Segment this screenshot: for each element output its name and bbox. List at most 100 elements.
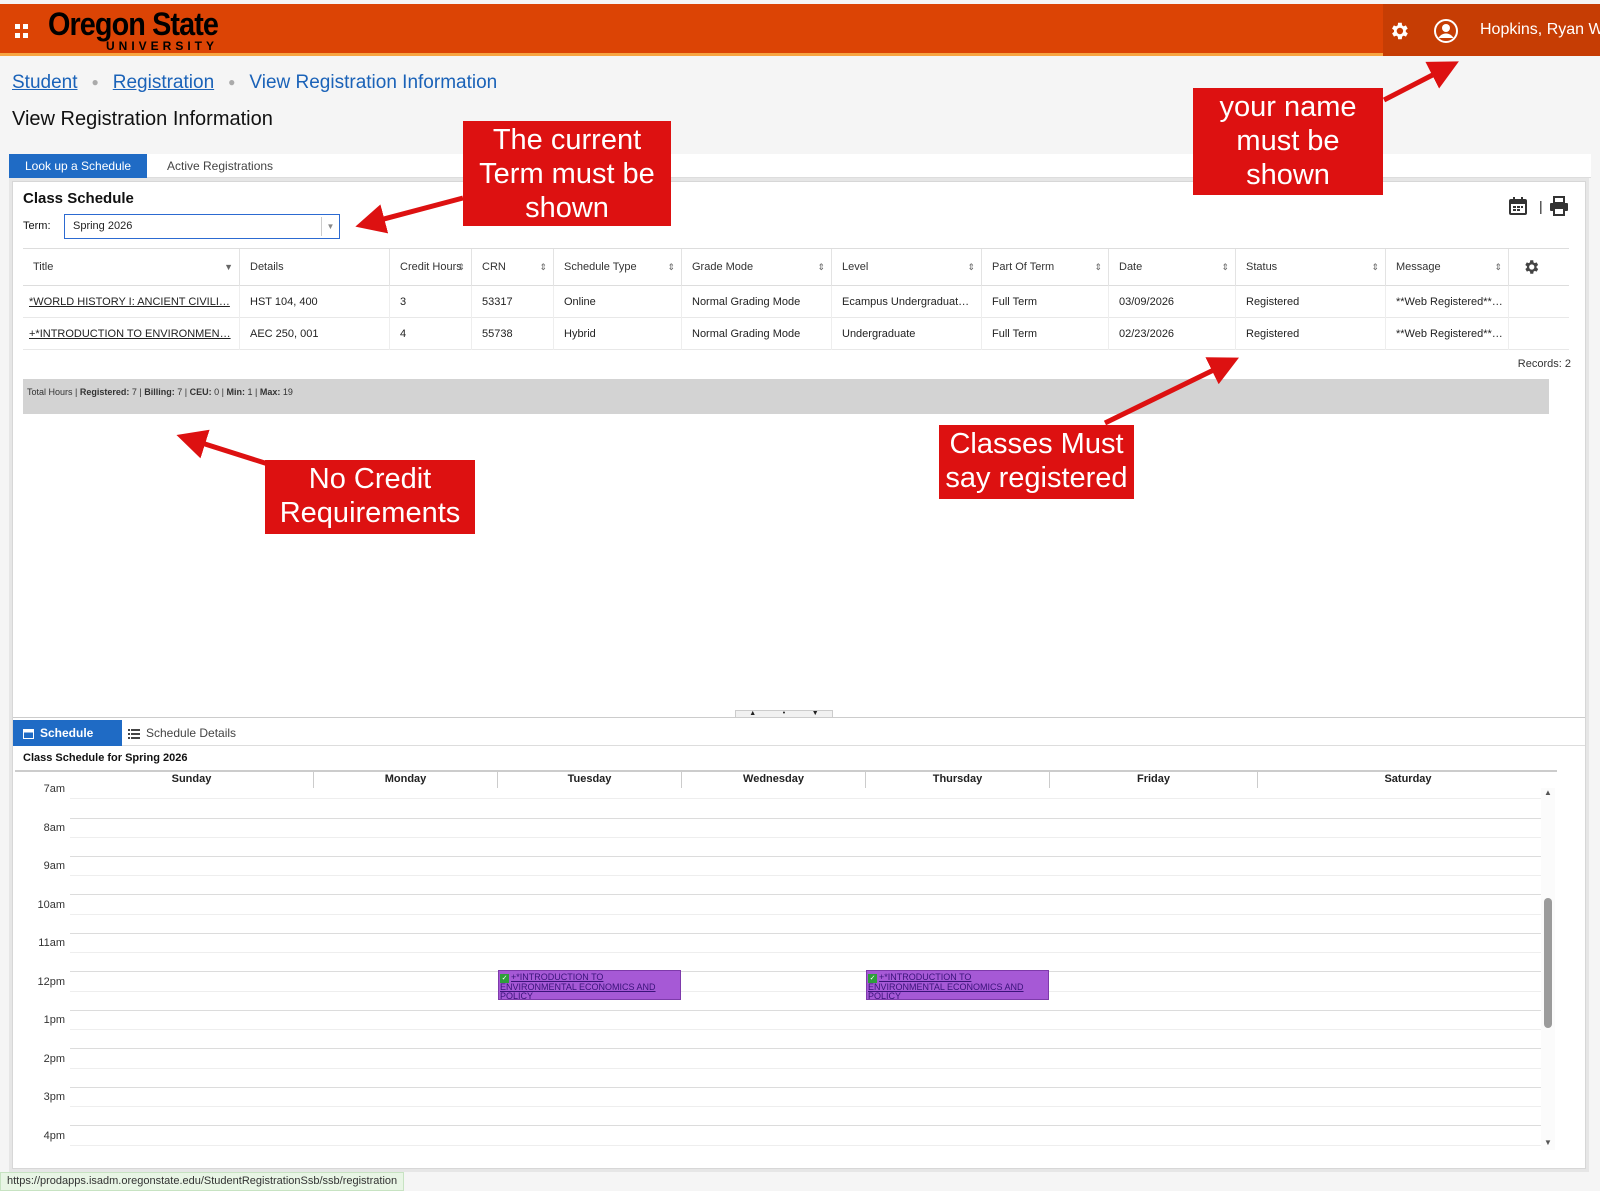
sort-icon[interactable]: ⇕: [1494, 249, 1502, 286]
half-hour-line: [70, 875, 1542, 876]
table-row[interactable]: *WORLD HISTORY I: ANCIENT CIVILI… HST 10…: [23, 286, 1569, 318]
hour-label: 4pm: [43, 1130, 65, 1142]
col-schedule-type[interactable]: Schedule Type ⇕: [554, 249, 682, 286]
breadcrumb-separator: ●: [91, 75, 99, 89]
col-date[interactable]: Date ⇕: [1109, 249, 1236, 286]
half-hour-line: [70, 991, 1542, 992]
sort-icon[interactable]: ⇕: [1371, 249, 1379, 286]
col-title[interactable]: Title ▼: [23, 249, 240, 286]
cell-grade-mode: Normal Grading Mode: [682, 286, 832, 318]
chevron-down-icon[interactable]: ▼: [321, 217, 339, 236]
logo-main-text: Oregon State: [48, 6, 219, 42]
sort-icon[interactable]: ⇕: [667, 249, 675, 286]
tab-look-up-schedule[interactable]: Look up a Schedule: [9, 154, 148, 178]
col-grade-mode[interactable]: Grade Mode ⇕: [682, 249, 832, 286]
calendar-export-icon[interactable]: [1508, 196, 1528, 216]
max-label: Max:: [259, 387, 281, 397]
calendar-event[interactable]: ✓ +*INTRODUCTION TO ENVIRONMENTAL ECONOMI…: [866, 970, 1049, 1000]
scroll-up-icon[interactable]: ▲: [1544, 788, 1552, 797]
user-name[interactable]: Hopkins, Ryan W: [1480, 21, 1600, 39]
records-count: Records: 2: [1517, 358, 1571, 370]
hour-label: 1pm: [43, 1014, 65, 1026]
tab-active-registrations[interactable]: Active Registrations: [151, 154, 289, 178]
half-hour-line: [70, 1068, 1542, 1069]
calendar-event[interactable]: ✓ +*INTRODUCTION TO ENVIRONMENTAL ECONOMI…: [498, 970, 681, 1000]
print-icon[interactable]: [1549, 196, 1569, 216]
cell-grade-mode: Normal Grading Mode: [682, 318, 832, 350]
tab-schedule-label: Schedule: [40, 726, 94, 740]
min-label: Min:: [226, 387, 246, 397]
cell-status: Registered: [1236, 286, 1386, 318]
sort-icon[interactable]: ⇕: [457, 249, 465, 286]
tab-schedule-details[interactable]: Schedule Details: [118, 720, 246, 746]
list-icon: [128, 729, 140, 739]
col-part-of-term[interactable]: Part Of Term ⇕: [982, 249, 1109, 286]
scroll-thumb[interactable]: [1544, 898, 1552, 1028]
scroll-down-icon[interactable]: ▼: [1544, 1138, 1552, 1147]
toolbar-divider: |: [1539, 198, 1543, 214]
table-row[interactable]: +*INTRODUCTION TO ENVIRONMEN… AEC 250, 0…: [23, 318, 1569, 350]
breadcrumb-student[interactable]: Student: [12, 72, 78, 93]
calendar-title: Class Schedule for Spring 2026: [23, 752, 188, 764]
settings-gear-icon[interactable]: [1388, 20, 1410, 42]
course-title-link[interactable]: +*INTRODUCTION TO ENVIRONMEN…: [23, 318, 240, 350]
breadcrumb-registration[interactable]: Registration: [113, 72, 214, 93]
min-hours: 1: [247, 387, 253, 397]
cell-crn: 55738: [472, 318, 554, 350]
term-select[interactable]: Spring 2026 ▼: [64, 214, 340, 239]
col-schedule-type-label: Schedule Type: [564, 261, 637, 273]
cell-part-of-term: Full Term: [982, 286, 1109, 318]
annotation-term: The current Term must be shown: [463, 121, 671, 226]
app-grid-icon[interactable]: [15, 24, 29, 38]
day-header-sunday: Sunday: [70, 772, 314, 788]
calendar-scrollbar[interactable]: ▲ ▼: [1541, 788, 1555, 1150]
event-title: +*INTRODUCTION TO ENVIRONMENTAL ECONOMIC…: [868, 972, 1024, 1000]
column-settings-gear-icon[interactable]: [1521, 258, 1541, 276]
sort-desc-icon[interactable]: ▼: [224, 249, 233, 286]
cell-message: **Web Registered**…: [1386, 318, 1509, 350]
half-hour-line: [70, 1106, 1542, 1107]
annotation-name: your name must be shown: [1193, 88, 1383, 195]
cell-details: AEC 250, 001: [240, 318, 390, 350]
ceu-label: CEU:: [189, 387, 212, 397]
table-header: Title ▼ Details Credit Hours ⇕ CRN ⇕ Schedu…: [23, 248, 1569, 286]
pane-splitter[interactable]: ▲ • ▼: [13, 710, 1585, 718]
cell-part-of-term: Full Term: [982, 318, 1109, 350]
hour-label: 7am: [43, 783, 65, 795]
sort-icon[interactable]: ⇕: [817, 249, 825, 286]
cell-credit-hours: 3: [390, 286, 472, 318]
total-hours-label: Total Hours: [27, 387, 73, 397]
cell-schedule-type: Online: [554, 286, 682, 318]
user-avatar-icon[interactable]: [1433, 18, 1459, 44]
status-url: https://prodapps.isadm.oregonstate.edu/S…: [0, 1172, 405, 1191]
cell-level: Ecampus Undergraduat…: [832, 286, 982, 318]
splitter-dot-icon[interactable]: •: [783, 710, 785, 717]
schedule-view-tabs: Schedule Schedule Details: [13, 718, 1585, 746]
hour-line: [70, 1048, 1542, 1049]
schedule-table: Title ▼ Details Credit Hours ⇕ CRN ⇕ Schedu…: [23, 248, 1569, 350]
osu-logo[interactable]: Oregon State UNIVERSITY: [48, 8, 237, 52]
cell-schedule-type: Hybrid: [554, 318, 682, 350]
cell-date: 02/23/2026: [1109, 318, 1236, 350]
col-message[interactable]: Message ⇕: [1386, 249, 1509, 286]
course-title-link[interactable]: *WORLD HISTORY I: ANCIENT CIVILI…: [23, 286, 240, 318]
annotation-registered: Classes Must say registered: [939, 425, 1134, 499]
col-details[interactable]: Details: [240, 249, 390, 286]
sort-icon[interactable]: ⇕: [1094, 249, 1102, 286]
sort-icon[interactable]: ⇕: [539, 249, 547, 286]
sort-icon[interactable]: ⇕: [1221, 249, 1229, 286]
collapse-down-icon[interactable]: ▼: [812, 710, 819, 717]
collapse-up-icon[interactable]: ▲: [749, 710, 756, 717]
col-credit-hours[interactable]: Credit Hours ⇕: [390, 249, 472, 286]
term-label: Term:: [23, 220, 51, 232]
col-crn-label: CRN: [482, 261, 506, 273]
col-status[interactable]: Status ⇕: [1236, 249, 1386, 286]
breadcrumb-separator: ●: [228, 75, 236, 89]
day-header-friday: Friday: [1050, 772, 1258, 788]
tab-schedule[interactable]: Schedule: [13, 720, 122, 746]
splitter-controls[interactable]: ▲ • ▼: [735, 710, 833, 718]
col-date-label: Date: [1119, 261, 1143, 273]
sort-icon[interactable]: ⇕: [967, 249, 975, 286]
col-level[interactable]: Level ⇕: [832, 249, 982, 286]
col-crn[interactable]: CRN ⇕: [472, 249, 554, 286]
